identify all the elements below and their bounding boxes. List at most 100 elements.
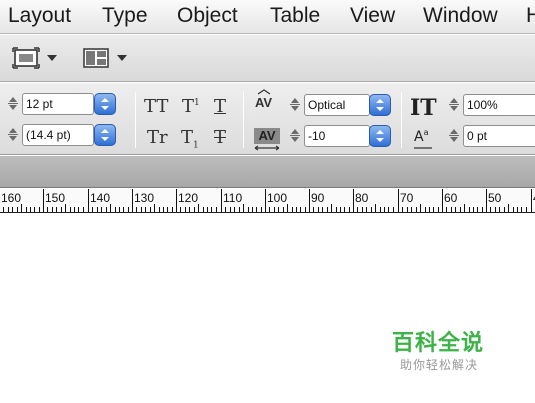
font-size-field[interactable]: 12 pt	[22, 93, 94, 115]
divider	[135, 92, 136, 148]
ruler-minor-tick	[274, 207, 275, 212]
ruler-minor-tick	[83, 207, 84, 212]
ruler-minor-tick	[225, 207, 226, 212]
ruler-minor-tick	[278, 207, 279, 212]
leading-field[interactable]: (14.4 pt)	[22, 124, 94, 146]
screen-mode-icon[interactable]	[12, 47, 40, 74]
menu-view[interactable]: View	[350, 4, 395, 28]
ruler-label: 160	[1, 191, 22, 205]
ruler-minor-tick	[230, 207, 231, 212]
all-caps-button[interactable]: TT	[144, 96, 168, 117]
ruler-minor-tick	[340, 207, 341, 212]
vertical-scale-stepper[interactable]	[447, 94, 461, 116]
ruler-label: 120	[178, 191, 199, 205]
ruler-minor-tick	[61, 207, 62, 212]
tracking-icon-label: AV	[258, 128, 276, 143]
kerning-icon-label: AV	[255, 95, 273, 110]
ruler-minor-tick	[136, 207, 137, 212]
superscript-button[interactable]: T1	[182, 96, 200, 117]
font-size-dropdown-button[interactable]	[94, 93, 116, 115]
ruler-label: 50	[488, 191, 502, 205]
ruler-minor-tick	[189, 207, 190, 212]
ruler-minor-tick	[239, 207, 240, 212]
ruler-minor-tick	[499, 207, 500, 212]
tracking-dropdown-button[interactable]	[369, 125, 391, 147]
ruler-minor-tick	[384, 207, 385, 212]
ruler-minor-tick	[119, 207, 120, 212]
ruler-minor-tick	[305, 207, 306, 212]
ruler-minor-tick	[433, 207, 434, 212]
strikethrough-button[interactable]: T	[214, 127, 226, 148]
baseline-shift-icon: Aa	[414, 128, 429, 145]
ruler-minor-tick	[34, 207, 35, 212]
menu-help[interactable]: H	[526, 4, 535, 28]
vertical-scale-icon: IT	[410, 95, 437, 121]
underline-button[interactable]: T	[214, 96, 226, 117]
ruler-minor-tick	[521, 207, 522, 212]
ruler-minor-tick	[344, 207, 345, 212]
ruler-major-tick	[265, 189, 266, 212]
ruler-minor-tick	[526, 207, 527, 212]
ruler-label: 70	[400, 191, 414, 205]
leading-stepper[interactable]	[6, 124, 20, 146]
ruler-minor-tick	[362, 207, 363, 212]
ruler-minor-tick	[416, 207, 417, 212]
ruler-major-tick	[353, 189, 354, 212]
ruler-minor-tick	[180, 207, 181, 212]
vertical-scale-field[interactable]: 100%	[463, 94, 535, 116]
ruler-major-tick	[88, 189, 89, 212]
ruler-minor-tick	[194, 207, 195, 212]
document-canvas[interactable]	[0, 214, 535, 403]
ruler-minor-tick	[375, 204, 376, 212]
ruler-minor-tick	[336, 207, 337, 212]
ruler-minor-tick	[283, 207, 284, 212]
leading-dropdown-button[interactable]	[94, 124, 116, 146]
ruler-minor-tick	[252, 207, 253, 212]
kerning-stepper[interactable]	[288, 94, 302, 116]
subscript-button[interactable]: T1	[181, 127, 199, 151]
ruler-major-tick	[176, 189, 177, 212]
tracking-stepper[interactable]	[288, 125, 302, 147]
ruler-minor-tick	[141, 207, 142, 212]
tracking-field[interactable]: -10	[304, 125, 370, 147]
ruler-minor-tick	[331, 204, 332, 212]
chevron-down-icon[interactable]	[117, 55, 127, 61]
kerning-dropdown-button[interactable]	[369, 94, 391, 116]
ruler-minor-tick	[150, 207, 151, 212]
baseline-shift-field[interactable]: 0 pt	[463, 125, 535, 147]
ruler-label: 60	[444, 191, 458, 205]
menu-object[interactable]: Object	[177, 4, 238, 28]
baseline-underline-icon	[414, 147, 432, 149]
ruler-minor-tick	[366, 207, 367, 212]
kerning-icon: AV	[255, 89, 273, 110]
ruler-minor-tick	[78, 207, 79, 212]
menu-table[interactable]: Table	[270, 4, 320, 28]
ruler-minor-tick	[464, 204, 465, 212]
ruler-minor-tick	[21, 204, 22, 212]
baseline-shift-stepper[interactable]	[447, 125, 461, 147]
ruler-minor-tick	[172, 207, 173, 212]
ruler-minor-tick	[3, 207, 4, 212]
menu-type[interactable]: Type	[102, 4, 148, 28]
font-size-stepper[interactable]	[6, 93, 20, 115]
ruler-minor-tick	[115, 207, 116, 212]
ruler-minor-tick	[39, 207, 40, 212]
ruler-minor-tick	[261, 207, 262, 212]
ruler-minor-tick	[207, 207, 208, 212]
ruler-minor-tick	[167, 207, 168, 212]
small-caps-button[interactable]: Tr	[147, 127, 168, 148]
ruler-minor-tick	[296, 207, 297, 212]
ruler-major-tick	[531, 189, 532, 212]
horizontal-ruler[interactable]: 16015014013012011010090807060504	[0, 189, 535, 213]
ruler-minor-tick	[163, 207, 164, 212]
ruler-minor-tick	[128, 207, 129, 212]
ruler-minor-tick	[380, 207, 381, 212]
menu-layout[interactable]: Layout	[8, 4, 71, 28]
arrange-documents-icon[interactable]	[83, 48, 109, 73]
ruler-minor-tick	[411, 207, 412, 212]
ruler-minor-tick	[12, 207, 13, 212]
kerning-field[interactable]: Optical	[304, 94, 370, 116]
menu-window[interactable]: Window	[423, 4, 498, 28]
chevron-down-icon[interactable]	[47, 55, 57, 61]
ruler-major-tick	[43, 189, 44, 212]
